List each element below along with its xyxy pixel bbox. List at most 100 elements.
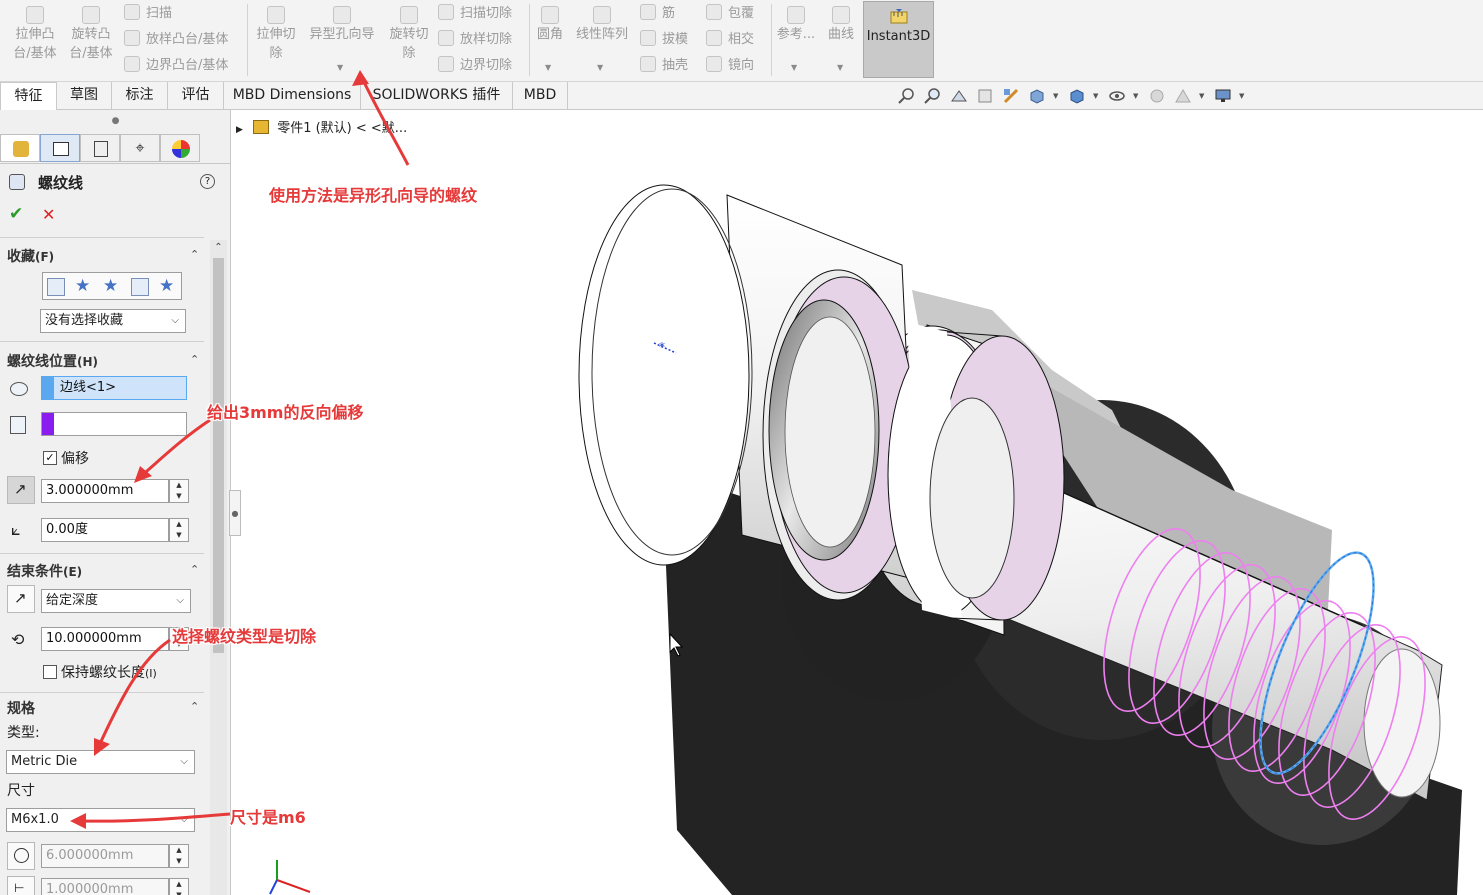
face-selection-box[interactable] <box>41 412 187 436</box>
previous-view-icon[interactable] <box>950 87 968 105</box>
add-favorite-icon[interactable]: ★ <box>75 276 90 296</box>
hole-wizard-button[interactable]: 异型孔向导 <box>304 6 380 44</box>
wrap-button[interactable]: 包覆 <box>706 3 754 25</box>
revolve-cut-button[interactable]: 旋转切 除 <box>385 6 433 63</box>
load-favorite-icon[interactable]: ★ <box>159 276 174 296</box>
offset-checkbox[interactable]: ✓ <box>43 451 57 465</box>
tab-mbd[interactable]: MBD <box>513 82 568 109</box>
boundary-cut-button[interactable]: 边界切除 <box>438 55 512 77</box>
intersect-button[interactable]: 相交 <box>706 29 754 51</box>
linear-pattern-dropdown-icon[interactable]: ▼ <box>597 63 603 72</box>
edge-selection-box[interactable]: 边线<1> <box>41 376 187 400</box>
save-favorite-icon[interactable] <box>131 278 149 296</box>
ok-check-icon[interactable]: ✔ <box>9 204 23 224</box>
tab-sketch[interactable]: 草图 <box>57 82 112 109</box>
lofted-cut-icon <box>438 30 454 46</box>
reference-dropdown-icon[interactable]: ▼ <box>791 63 797 72</box>
shell-button[interactable]: 抽壳 <box>640 55 688 77</box>
panel-collapse-handle[interactable]: ● <box>229 490 241 536</box>
specification-section-title[interactable]: 规格 <box>7 698 35 718</box>
angle-spinner[interactable]: ▲ ▼ <box>169 518 189 542</box>
pitch-input[interactable]: 1.000000mm <box>41 878 169 895</box>
thread-type-select[interactable]: Metric Die ⌵ <box>6 750 195 774</box>
major-diameter-input[interactable]: 6.000000mm <box>41 844 169 868</box>
display-style-dropdown-icon[interactable]: ▼ <box>1093 92 1098 100</box>
section-view-icon[interactable] <box>976 87 994 105</box>
zoom-to-fit-icon[interactable] <box>898 87 916 105</box>
scroll-up-icon[interactable]: ⌃ <box>210 240 227 256</box>
rib-button[interactable]: 筋 <box>640 3 675 25</box>
feature-tree-flyout[interactable]: ▶ 零件1 (默认) < <默... <box>236 117 407 139</box>
reference-geometry-button[interactable]: 参考... <box>776 6 816 44</box>
scroll-thumb[interactable] <box>213 258 224 653</box>
apply-scene-dropdown-icon[interactable]: ▼ <box>1199 92 1204 100</box>
dynamic-annotation-icon[interactable] <box>1002 87 1020 105</box>
expand-arrow-icon[interactable]: ▶ <box>236 125 243 135</box>
angle-input[interactable]: 0.00度 <box>41 518 169 542</box>
offset-distance-input[interactable]: 3.000000mm <box>41 479 169 503</box>
reverse-direction-button[interactable]: ↗ <box>7 476 35 504</box>
collapse-favorites-icon[interactable]: ⌃ <box>190 248 199 261</box>
curves-button[interactable]: 曲线 <box>824 6 858 44</box>
edit-appearance-icon[interactable] <box>1148 87 1166 105</box>
tab-features[interactable]: 特征 <box>0 82 57 110</box>
zoom-to-area-icon[interactable] <box>924 87 942 105</box>
sweep-button[interactable]: 扫描 <box>124 3 172 25</box>
hole-wizard-dropdown-icon[interactable]: ▼ <box>337 63 343 72</box>
favorites-select[interactable]: 没有选择收藏 ⌵ <box>40 309 186 333</box>
dimxpert-tab[interactable]: ⌖ <box>120 134 160 162</box>
revolve-boss-button[interactable]: 旋转凸 台/基体 <box>66 6 116 63</box>
delete-favorite-icon[interactable]: ★ <box>103 276 118 296</box>
lofted-cut-button[interactable]: 放样切除 <box>438 29 512 51</box>
end-condition-select[interactable]: 给定深度 ⌵ <box>41 589 191 613</box>
extrude-cut-button[interactable]: 拉伸切 除 <box>252 6 300 63</box>
extrude-boss-button[interactable]: 拉伸凸 台/基体 <box>10 6 60 63</box>
collapse-position-icon[interactable]: ⌃ <box>190 353 199 366</box>
tab-mbd-dimensions[interactable]: MBD Dimensions <box>224 82 361 109</box>
mirror-button[interactable]: 镜向 <box>706 55 754 77</box>
hide-show-dropdown-icon[interactable]: ▼ <box>1133 92 1138 100</box>
boundary-boss-button[interactable]: 边界凸台/基体 <box>124 55 228 77</box>
view-settings-dropdown-icon[interactable]: ▼ <box>1239 92 1244 100</box>
apply-favorite-icon[interactable] <box>47 278 65 296</box>
end-condition-section-title[interactable]: 结束条件(E) <box>7 561 82 581</box>
swept-cut-button[interactable]: 扫描切除 <box>438 3 512 25</box>
tab-evaluate[interactable]: 评估 <box>168 82 224 109</box>
curves-dropdown-icon[interactable]: ▼ <box>837 63 843 72</box>
favorites-section-title[interactable]: 收藏(F) <box>7 246 54 266</box>
graphics-area[interactable]: * <box>232 110 1483 895</box>
collapse-end-condition-icon[interactable]: ⌃ <box>190 563 199 576</box>
configuration-manager-tab[interactable] <box>80 134 120 162</box>
depth-input[interactable]: 10.000000mm <box>41 627 169 651</box>
diameter-spinner[interactable]: ▲ ▼ <box>169 844 189 868</box>
view-orientation-dropdown-icon[interactable]: ▼ <box>1053 92 1058 100</box>
tab-solidworks-addins[interactable]: SOLIDWORKS 插件 <box>361 82 513 109</box>
linear-pattern-button[interactable]: 线性阵列 <box>572 6 632 44</box>
collapse-specification-icon[interactable]: ⌃ <box>190 700 199 713</box>
fillet-dropdown-icon[interactable]: ▼ <box>545 63 551 72</box>
view-orientation-icon[interactable] <box>1028 87 1046 105</box>
property-manager-tab[interactable] <box>40 134 80 162</box>
instant3d-button[interactable]: Instant3D <box>863 1 934 78</box>
cancel-x-icon[interactable]: ✕ <box>42 205 55 224</box>
feature-manager-tab[interactable] <box>0 134 40 162</box>
apply-scene-icon[interactable] <box>1174 87 1192 105</box>
thread-size-select[interactable]: M6x1.0 ⌵ <box>6 808 195 832</box>
tab-markup[interactable]: 标注 <box>112 82 168 109</box>
loft-boss-button[interactable]: 放样凸台/基体 <box>124 29 228 51</box>
selection-color-swatch <box>42 377 54 399</box>
display-manager-tab[interactable] <box>160 134 200 162</box>
view-settings-icon[interactable] <box>1214 87 1232 105</box>
hide-show-items-icon[interactable] <box>1108 87 1126 105</box>
panel-scrollbar[interactable]: ⌃ <box>210 240 227 895</box>
pitch-spinner[interactable]: ▲ ▼ <box>169 878 189 895</box>
end-reverse-button[interactable]: ↗ <box>7 585 35 613</box>
offset-spinner[interactable]: ▲ ▼ <box>169 479 189 503</box>
fillet-button[interactable]: 圆角 <box>534 6 566 44</box>
panel-splitter[interactable]: ● <box>0 110 231 134</box>
draft-button[interactable]: 拔模 <box>640 29 688 51</box>
help-icon[interactable]: ? <box>200 174 215 189</box>
display-style-icon[interactable] <box>1068 87 1086 105</box>
keep-thread-length-checkbox[interactable] <box>43 665 57 679</box>
thread-position-section-title[interactable]: 螺纹线位置(H) <box>7 351 98 371</box>
